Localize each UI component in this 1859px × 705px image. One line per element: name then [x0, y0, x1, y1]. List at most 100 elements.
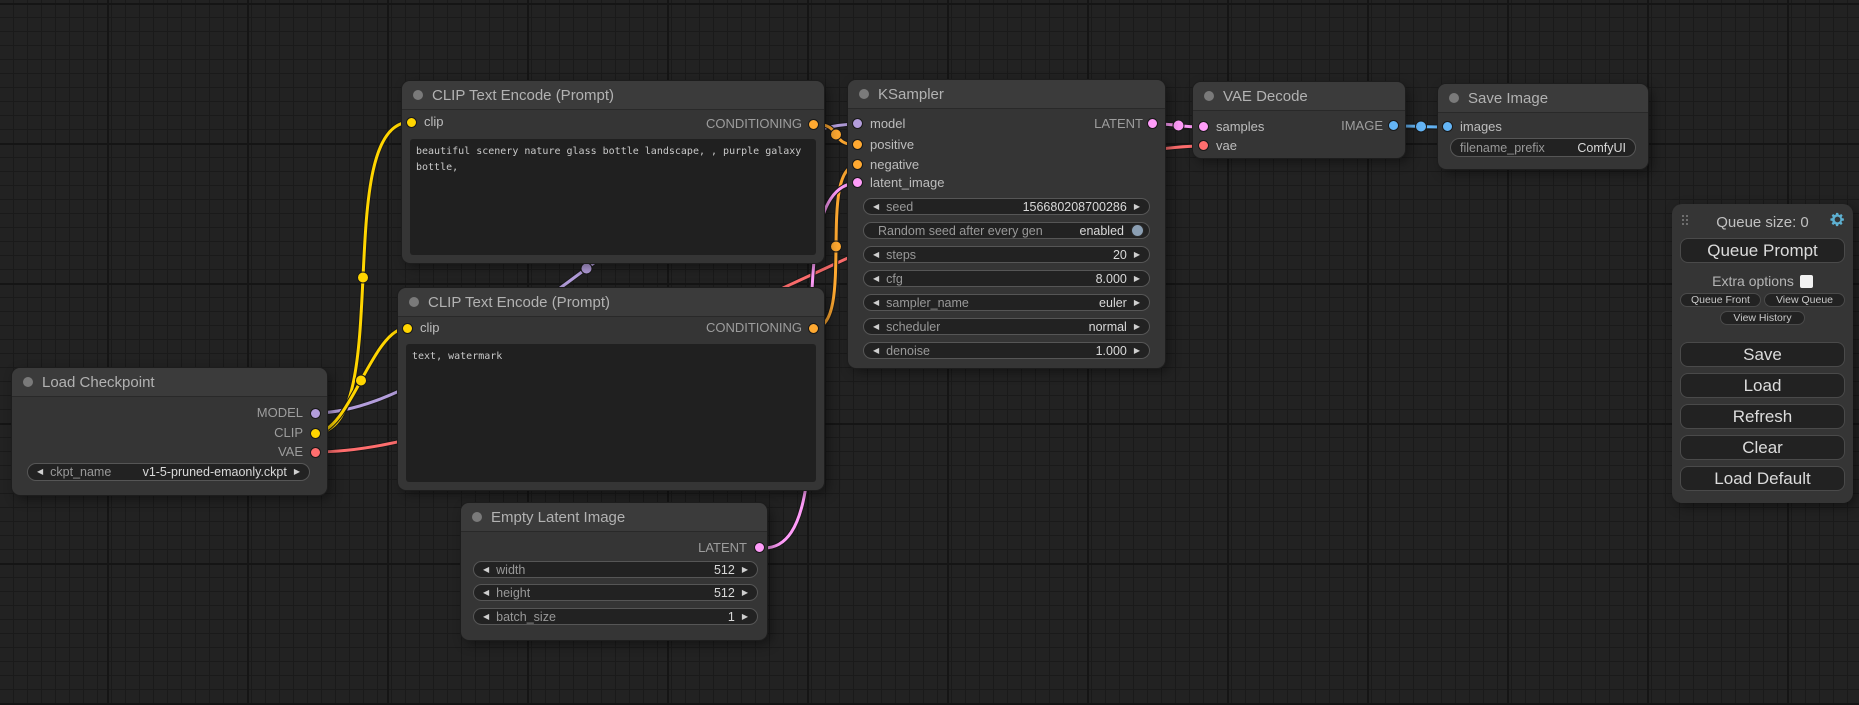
collapse-dot-icon[interactable] — [23, 377, 33, 387]
vae-input-port[interactable] — [1198, 140, 1209, 151]
link-midpoint-cond-positive[interactable] — [831, 129, 842, 140]
vae-output-port[interactable] — [310, 447, 321, 458]
decrement-arrow-icon[interactable]: ◀ — [483, 589, 489, 597]
denoise-widget[interactable]: ◀ denoise 1.000 ▶ — [863, 342, 1150, 359]
link-midpoint-cond-negative[interactable] — [831, 241, 842, 252]
increment-arrow-icon[interactable]: ▶ — [294, 468, 300, 476]
extra-options-checkbox[interactable] — [1800, 275, 1813, 288]
latent-output-label: LATENT — [1094, 115, 1143, 133]
negative-input-label: negative — [870, 156, 919, 174]
link-midpoint-clip-to-negative[interactable] — [356, 375, 367, 386]
node-empty-latent-image[interactable]: Empty Latent Image LATENT ◀ width 512 ▶ … — [461, 503, 767, 640]
node-clip-text-encode-positive[interactable]: CLIP Text Encode (Prompt) clip CONDITION… — [402, 81, 824, 263]
node-title: Save Image — [1468, 90, 1548, 107]
increment-arrow-icon[interactable]: ▶ — [742, 566, 748, 574]
view-history-button[interactable]: View History — [1720, 311, 1805, 325]
collapse-dot-icon[interactable] — [413, 90, 423, 100]
refresh-button[interactable]: Refresh — [1680, 404, 1845, 429]
latent-output-port[interactable] — [754, 542, 765, 553]
collapse-dot-icon[interactable] — [1204, 91, 1214, 101]
clip-input-port[interactable] — [406, 117, 417, 128]
random-seed-toggle[interactable] — [1131, 224, 1144, 237]
conditioning-output-port[interactable] — [808, 119, 819, 130]
settings-gear-icon[interactable] — [1829, 211, 1846, 228]
decrement-arrow-icon[interactable]: ◀ — [483, 613, 489, 621]
link-midpoint-image[interactable] — [1416, 121, 1427, 132]
node-load-checkpoint[interactable]: Load Checkpoint MODEL CLIP VAE ◀ ckpt_na… — [12, 368, 327, 495]
collapse-dot-icon[interactable] — [472, 512, 482, 522]
node-clip-text-encode-negative[interactable]: CLIP Text Encode (Prompt) clip CONDITION… — [398, 288, 824, 490]
positive-input-port[interactable] — [852, 139, 863, 150]
steps-widget[interactable]: ◀ steps 20 ▶ — [863, 246, 1150, 263]
load-default-button[interactable]: Load Default — [1680, 466, 1845, 491]
scheduler-widget[interactable]: ◀ scheduler normal ▶ — [863, 318, 1150, 335]
collapse-dot-icon[interactable] — [409, 297, 419, 307]
cfg-widget[interactable]: ◀ cfg 8.000 ▶ — [863, 270, 1150, 287]
conditioning-output-port[interactable] — [808, 323, 819, 334]
width-widget[interactable]: ◀ width 512 ▶ — [473, 561, 758, 578]
decrement-arrow-icon[interactable]: ◀ — [37, 468, 43, 476]
decrement-arrow-icon[interactable]: ◀ — [873, 203, 879, 211]
node-ksampler[interactable]: KSampler model positive negative latent_… — [848, 80, 1165, 368]
node-vae-decode[interactable]: VAE Decode samples vae IMAGE — [1193, 82, 1405, 158]
link-midpoint-clip-to-positive[interactable] — [358, 272, 369, 283]
latent-output-port[interactable] — [1147, 118, 1158, 129]
node-title-bar[interactable]: CLIP Text Encode (Prompt) — [402, 81, 824, 110]
samples-input-label: samples — [1216, 118, 1264, 136]
positive-prompt-textarea[interactable]: beautiful scenery nature glass bottle la… — [410, 139, 816, 255]
node-title-bar[interactable]: VAE Decode — [1193, 82, 1405, 111]
save-button[interactable]: Save — [1680, 342, 1845, 367]
increment-arrow-icon[interactable]: ▶ — [742, 589, 748, 597]
link-midpoint-model[interactable] — [581, 263, 592, 274]
collapse-dot-icon[interactable] — [859, 89, 869, 99]
clear-button[interactable]: Clear — [1680, 435, 1845, 460]
queue-prompt-button[interactable]: Queue Prompt — [1680, 238, 1845, 263]
collapse-dot-icon[interactable] — [1449, 93, 1459, 103]
model-output-port[interactable] — [310, 408, 321, 419]
node-save-image[interactable]: Save Image images filename_prefix ComfyU… — [1438, 84, 1648, 169]
node-title-bar[interactable]: Save Image — [1438, 84, 1648, 113]
node-title-bar[interactable]: Load Checkpoint — [12, 368, 327, 397]
node-title: KSampler — [878, 86, 944, 103]
image-output-port[interactable] — [1388, 120, 1399, 131]
increment-arrow-icon[interactable]: ▶ — [742, 613, 748, 621]
clip-input-port[interactable] — [402, 323, 413, 334]
batch-size-widget[interactable]: ◀ batch_size 1 ▶ — [473, 608, 758, 625]
decrement-arrow-icon[interactable]: ◀ — [873, 323, 879, 331]
increment-arrow-icon[interactable]: ▶ — [1134, 203, 1140, 211]
node-title-bar[interactable]: Empty Latent Image — [461, 503, 767, 532]
decrement-arrow-icon[interactable]: ◀ — [873, 251, 879, 259]
increment-arrow-icon[interactable]: ▶ — [1134, 251, 1140, 259]
view-queue-button[interactable]: View Queue — [1764, 293, 1845, 307]
queue-panel: Queue size: 0 Queue Prompt Extra options… — [1672, 204, 1853, 503]
random-seed-widget[interactable]: Random seed after every gen enabled — [863, 222, 1150, 239]
increment-arrow-icon[interactable]: ▶ — [1134, 323, 1140, 331]
filename-prefix-widget[interactable]: filename_prefix ComfyUI — [1450, 138, 1636, 157]
decrement-arrow-icon[interactable]: ◀ — [873, 299, 879, 307]
decrement-arrow-icon[interactable]: ◀ — [873, 275, 879, 283]
clip-output-port[interactable] — [310, 428, 321, 439]
latent-image-input-port[interactable] — [852, 177, 863, 188]
seed-widget[interactable]: ◀ seed 156680208700286 ▶ — [863, 198, 1150, 215]
comfyui-canvas[interactable]: { "colors": { "model": "#B39DDB", "clip"… — [0, 0, 1859, 705]
images-input-port[interactable] — [1442, 121, 1453, 132]
decrement-arrow-icon[interactable]: ◀ — [873, 347, 879, 355]
model-output-label: MODEL — [257, 404, 303, 422]
load-button[interactable]: Load — [1680, 373, 1845, 398]
node-title-bar[interactable]: CLIP Text Encode (Prompt) — [398, 288, 824, 317]
queue-front-button[interactable]: Queue Front — [1680, 293, 1761, 307]
decrement-arrow-icon[interactable]: ◀ — [483, 566, 489, 574]
ckpt-name-widget[interactable]: ◀ ckpt_name v1-5-pruned-emaonly.ckpt ▶ — [27, 463, 310, 481]
negative-input-port[interactable] — [852, 159, 863, 170]
node-title: Empty Latent Image — [491, 509, 625, 526]
height-widget[interactable]: ◀ height 512 ▶ — [473, 584, 758, 601]
node-title-bar[interactable]: KSampler — [848, 80, 1165, 109]
model-input-port[interactable] — [852, 118, 863, 129]
link-midpoint-sampled-latent[interactable] — [1173, 120, 1184, 131]
samples-input-port[interactable] — [1198, 121, 1209, 132]
increment-arrow-icon[interactable]: ▶ — [1134, 275, 1140, 283]
increment-arrow-icon[interactable]: ▶ — [1134, 299, 1140, 307]
increment-arrow-icon[interactable]: ▶ — [1134, 347, 1140, 355]
negative-prompt-textarea[interactable]: text, watermark — [406, 344, 816, 482]
sampler-name-widget[interactable]: ◀ sampler_name euler ▶ — [863, 294, 1150, 311]
